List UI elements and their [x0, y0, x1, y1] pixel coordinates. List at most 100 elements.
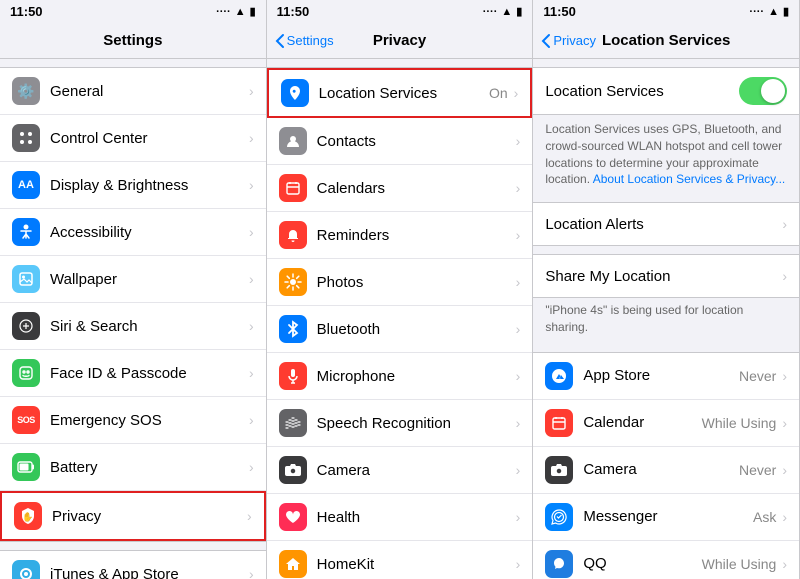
status-icons-2: ···· ▲ ▮ [483, 5, 523, 18]
location-services-toggle-row[interactable]: Location Services [533, 68, 799, 114]
privacy-item-microphone[interactable]: Microphone › [267, 353, 533, 400]
calendar-value: While Using [702, 415, 777, 431]
location-alerts-item[interactable]: Location Alerts › [533, 203, 799, 245]
privacy-panel: 11:50 ···· ▲ ▮ Settings Privacy Location… [267, 0, 534, 579]
privacy-list: Location Services On › Contacts › Calend… [267, 59, 533, 579]
photos-icon [279, 268, 307, 296]
settings-item-privacy[interactable]: ✋ Privacy › [0, 491, 266, 541]
messenger-icon [545, 503, 573, 531]
privacy-item-homekit[interactable]: HomeKit › [267, 541, 533, 579]
emergency-icon: SOS [12, 406, 40, 434]
app-appstore-item[interactable]: App Store Never › [533, 353, 799, 400]
chevron-qq: › [782, 556, 787, 572]
share-location-group: Share My Location › [533, 254, 799, 298]
location-alerts-label: Location Alerts [545, 216, 780, 233]
location-list: Location Services Location Services uses… [533, 59, 799, 579]
signal-icon-3: ···· [749, 6, 764, 18]
chevron-bluetooth: › [516, 321, 521, 337]
privacy-back-button[interactable]: Settings [275, 33, 334, 49]
share-location-label: Share My Location [545, 268, 780, 285]
privacy-nav-bar: Settings Privacy [267, 23, 533, 59]
photos-label: Photos [317, 274, 514, 291]
itunes-icon [12, 560, 40, 579]
app-calendar-item[interactable]: Calendar While Using › [533, 400, 799, 447]
battery-icon-3: ▮ [783, 5, 789, 18]
calendars-label: Calendars [317, 180, 514, 197]
chevron-emergency: › [249, 412, 254, 428]
location-nav-bar: Privacy Location Services [533, 23, 799, 59]
display-icon: AA [12, 171, 40, 199]
time-1: 11:50 [10, 4, 43, 19]
camera-app-label: Camera [583, 461, 739, 478]
location-back-button[interactable]: Privacy [541, 33, 596, 49]
battery-icon-wrap [12, 453, 40, 481]
settings-item-general[interactable]: ⚙️ General › [0, 68, 266, 115]
privacy-item-contacts[interactable]: Contacts › [267, 118, 533, 165]
privacy-item-location[interactable]: Location Services On › [267, 68, 533, 118]
privacy-icon: ✋ [14, 502, 42, 530]
location-info-link[interactable]: About Location Services & Privacy... [593, 172, 786, 186]
app-qq-item[interactable]: QQ While Using › [533, 541, 799, 579]
location-apps-group: App Store Never › Calendar While Using ›… [533, 352, 799, 579]
privacy-item-calendars[interactable]: Calendars › [267, 165, 533, 212]
chevron-camera: › [516, 462, 521, 478]
calendars-icon [279, 174, 307, 202]
privacy-item-bluetooth[interactable]: Bluetooth › [267, 306, 533, 353]
settings-item-faceid[interactable]: Face ID & Passcode › [0, 350, 266, 397]
settings-item-siri[interactable]: Siri & Search › [0, 303, 266, 350]
share-location-item[interactable]: Share My Location › [533, 255, 799, 297]
settings-item-control-center[interactable]: Control Center › [0, 115, 266, 162]
health-label: Health [317, 509, 514, 526]
wallpaper-label: Wallpaper [50, 271, 247, 288]
messenger-label: Messenger [583, 508, 753, 525]
chevron-control: › [249, 130, 254, 146]
chevron-health: › [516, 509, 521, 525]
location-services-panel: 11:50 ···· ▲ ▮ Privacy Location Services… [533, 0, 800, 579]
settings-item-itunes[interactable]: iTunes & App Store › [0, 551, 266, 579]
settings-item-accessibility[interactable]: Accessibility › [0, 209, 266, 256]
app-camera-item[interactable]: Camera Never › [533, 447, 799, 494]
signal-icon: ···· [216, 6, 231, 18]
contacts-icon [279, 127, 307, 155]
homekit-label: HomeKit [317, 556, 514, 573]
messenger-value: Ask [753, 509, 776, 525]
location-value: On [489, 85, 508, 101]
battery-icon: ▮ [250, 5, 256, 18]
siri-icon [12, 312, 40, 340]
settings-item-wallpaper[interactable]: Wallpaper › [0, 256, 266, 303]
chevron-faceid: › [249, 365, 254, 381]
chevron-battery: › [249, 459, 254, 475]
speech-label: Speech Recognition [317, 415, 514, 432]
faceid-icon [12, 359, 40, 387]
chevron-calendar: › [782, 415, 787, 431]
privacy-item-camera[interactable]: Camera › [267, 447, 533, 494]
settings-item-display[interactable]: AA Display & Brightness › [0, 162, 266, 209]
control-center-icon [12, 124, 40, 152]
svg-text:✋: ✋ [22, 511, 33, 522]
settings-item-emergency[interactable]: SOS Emergency SOS › [0, 397, 266, 444]
bluetooth-label: Bluetooth [317, 321, 514, 338]
settings-item-battery[interactable]: Battery › [0, 444, 266, 491]
chevron-calendars: › [516, 180, 521, 196]
location-info-text: Location Services uses GPS, Bluetooth, a… [533, 115, 799, 194]
chevron-contacts: › [516, 133, 521, 149]
emergency-label: Emergency SOS [50, 412, 247, 429]
app-messenger-item[interactable]: Messenger Ask › [533, 494, 799, 541]
chevron-display: › [249, 177, 254, 193]
privacy-item-health[interactable]: Health › [267, 494, 533, 541]
privacy-item-photos[interactable]: Photos › [267, 259, 533, 306]
chevron-camera-app: › [782, 462, 787, 478]
chevron-homekit: › [516, 556, 521, 572]
qq-icon [545, 550, 573, 578]
settings-group-2: iTunes & App Store › Wallet & Apple Pay … [0, 550, 266, 579]
calendar-label: Calendar [583, 414, 701, 431]
privacy-group-1: Location Services On › Contacts › Calend… [267, 67, 533, 579]
wifi-icon: ▲ [235, 6, 246, 18]
location-toggle[interactable] [739, 77, 787, 105]
location-back-label: Privacy [553, 33, 596, 48]
camera-app-icon [545, 456, 573, 484]
privacy-item-speech[interactable]: Speech Recognition › [267, 400, 533, 447]
siri-label: Siri & Search [50, 318, 247, 335]
privacy-back-label: Settings [287, 33, 334, 48]
privacy-item-reminders[interactable]: Reminders › [267, 212, 533, 259]
